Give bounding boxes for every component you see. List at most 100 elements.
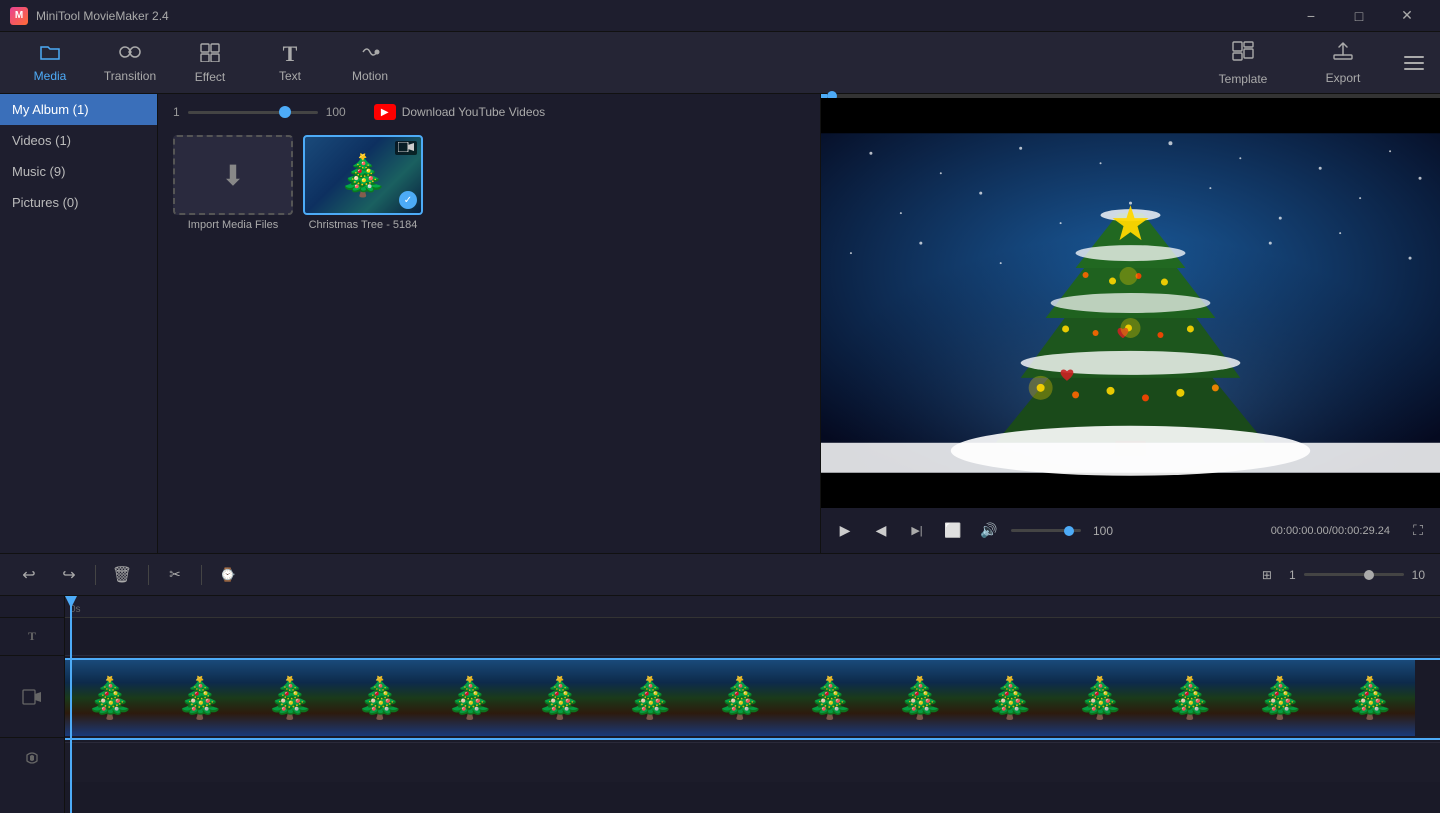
text-label: Text [279,69,301,83]
template-label: Template [1219,72,1268,86]
zoom-min-label: 1 [173,105,180,119]
text-icon: T [283,43,298,65]
preview-svg [821,98,1440,508]
sidebar-item-myalbum[interactable]: My Album (1) [0,94,157,125]
toolbar-item-effect[interactable]: Effect [170,35,250,91]
strip-frame-11 [965,660,1055,736]
separator-2 [148,565,149,585]
import-media-item[interactable]: ⬇ Import Media Files [173,135,293,231]
strip-frame-15 [1325,660,1415,736]
strip-frame-5 [425,660,515,736]
play-button[interactable]: ▶ [831,517,859,545]
audio-track-label[interactable] [0,738,64,778]
speed-button[interactable]: ⌚ [214,561,242,589]
timeline-ruler: 0s [65,596,1440,618]
app-title: MiniTool MovieMaker 2.4 [36,9,169,23]
preview-controls: ▶ ◀ ▶| ⬜ 🔊 100 00:00:00.00/00:00:29.24 ⛶ [821,508,1440,553]
text-track [65,618,1440,656]
close-button[interactable]: ✕ [1384,0,1430,32]
media-grid: ⬇ Import Media Files 🎄 ✓ [168,130,810,236]
sidebar-item-music[interactable]: Music (9) [0,156,157,187]
motion-icon [359,43,381,65]
strip-frame-6 [515,660,605,736]
effect-label: Effect [195,70,225,84]
zoom-slider[interactable] [188,111,318,114]
youtube-icon: ▶ [374,104,396,120]
audio-track [65,742,1440,782]
track-labels: T [0,596,65,813]
preview-video [821,98,1440,508]
timeline-zoom-thumb [1364,570,1374,580]
delete-button[interactable]: 🗑 [108,561,136,589]
video-track[interactable] [65,658,1440,740]
title-bar: M MiniTool MovieMaker 2.4 − □ ✕ [0,0,1440,32]
strip-frame-14 [1235,660,1325,736]
ruler-spacer [0,596,64,618]
timeline-zoom-slider[interactable] [1304,573,1404,576]
timeline-content: T 0s [0,596,1440,813]
separator-1 [95,565,96,585]
strip-frame-8 [695,660,785,736]
zoom-max: 10 [1412,568,1425,582]
strip-frame-7 [605,660,695,736]
toolbar-item-text[interactable]: T Text [250,35,330,91]
sidebar-item-videos[interactable]: Videos (1) [0,125,157,156]
rewind-button[interactable]: ◀ [867,517,895,545]
minimize-button[interactable]: − [1288,0,1334,32]
import-label: Import Media Files [173,219,293,231]
export-icon [1332,41,1354,67]
import-icon: ⬇ [221,159,244,192]
transition-icon [119,43,141,65]
strip-frame-4 [335,660,425,736]
title-left: M MiniTool MovieMaker 2.4 [10,7,169,25]
video-badge [395,141,417,155]
step-forward-button[interactable]: ▶| [903,517,931,545]
effect-icon [199,42,221,66]
zoom-value: 100 [326,105,346,119]
separator-3 [201,565,202,585]
transition-label: Transition [104,69,156,83]
christmas-tree-media-item[interactable]: 🎄 ✓ Christmas Tree - 5184 [303,135,423,231]
timeline-playhead[interactable] [70,596,72,813]
maximize-button[interactable]: □ [1336,0,1382,32]
christmas-tree-icon: 🎄 [338,152,388,199]
fullscreen-button[interactable]: ⛶ [1406,519,1430,543]
import-thumb[interactable]: ⬇ [173,135,293,215]
toolbar-item-motion[interactable]: Motion [330,35,410,91]
strip-frame-10 [875,660,965,736]
strip-frame-13 [1145,660,1235,736]
fullframe-button[interactable]: ⬜ [939,517,967,545]
media-label: Media [34,69,67,83]
video-track-label[interactable] [0,656,64,738]
strip-frame-1 [65,660,155,736]
youtube-download[interactable]: ▶ Download YouTube Videos [374,104,545,120]
current-time: 00:00:00.00 [1271,525,1329,537]
export-label: Export [1326,71,1361,85]
toolbar-item-media[interactable]: Media [10,35,90,91]
main-area: My Album (1) Videos (1) Music (9) Pictur… [0,94,1440,553]
christmas-thumb: 🎄 ✓ [303,135,423,215]
volume-button[interactable]: 🔊 [975,517,1003,545]
sidebar-item-pictures[interactable]: Pictures (0) [0,187,157,218]
christmas-label: Christmas Tree - 5184 [303,219,423,231]
strip-frame-12 [1055,660,1145,736]
timeline-area: ↩ ↪ 🗑 ✂ ⌚ ⊞ 1 10 T [0,553,1440,813]
toolbar-item-transition[interactable]: Transition [90,35,170,91]
preview-pane: ▶ ◀ ▶| ⬜ 🔊 100 00:00:00.00/00:00:29.24 ⛶ [820,94,1440,553]
split-button[interactable]: ✂ [161,561,189,589]
video-strip [65,660,1440,738]
undo-button[interactable]: ↩ [15,561,43,589]
volume-value: 100 [1093,524,1113,538]
zoom-bar: 1 100 ▶ Download YouTube Videos [168,104,810,120]
timeline-toolbar: ↩ ↪ 🗑 ✂ ⌚ ⊞ 1 10 [0,554,1440,596]
window-controls: − □ ✕ [1288,0,1430,32]
hamburger-menu[interactable] [1398,35,1430,91]
redo-button[interactable]: ↪ [55,561,83,589]
volume-slider[interactable] [1011,529,1081,532]
time-display: 00:00:00.00/00:00:29.24 [1271,525,1390,537]
check-badge: ✓ [399,191,417,209]
toolbar-item-export[interactable]: Export [1298,35,1388,91]
timeline-add-button[interactable]: ⊞ [1253,561,1281,589]
toolbar-item-template[interactable]: Template [1198,35,1288,91]
sidebar: My Album (1) Videos (1) Music (9) Pictur… [0,94,158,553]
